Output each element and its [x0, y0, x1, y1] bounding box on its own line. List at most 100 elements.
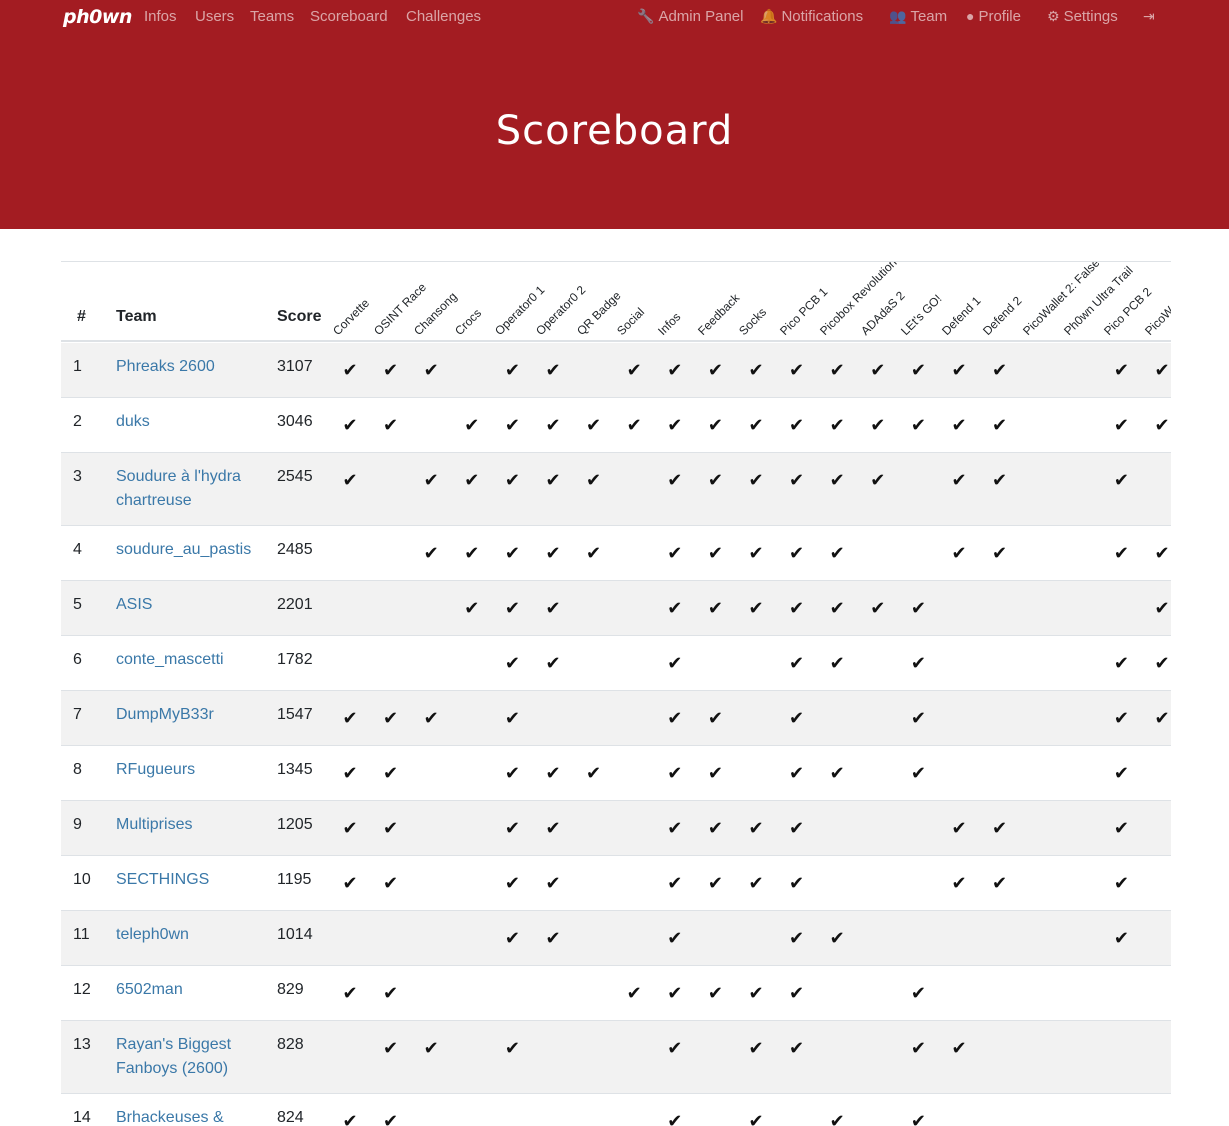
solved-check-icon: ✔	[748, 818, 764, 838]
nav-link-scoreboard[interactable]: Scoreboard	[310, 8, 388, 25]
challenge-header[interactable]: Picobox Revolution	[817, 262, 900, 338]
nav-item-settings[interactable]: ⚙ Settings	[1047, 8, 1118, 25]
nav-link-challenges[interactable]: Challenges	[406, 8, 481, 25]
score-cell: 3046	[277, 413, 313, 430]
solved-check-icon: ✔	[504, 873, 520, 893]
solved-check-icon: ✔	[423, 543, 439, 563]
solved-check-icon: ✔	[829, 470, 845, 490]
solved-check-icon: ✔	[626, 360, 642, 380]
solved-check-icon: ✔	[383, 708, 399, 728]
solved-check-icon: ✔	[992, 818, 1008, 838]
nav-item-team[interactable]: 👥 Team	[889, 8, 947, 25]
solved-check-icon: ✔	[707, 763, 723, 783]
solved-check-icon: ✔	[667, 983, 683, 1003]
solved-check-icon: ✔	[504, 763, 520, 783]
nav-item-admin-panel[interactable]: 🔧 Admin Panel	[637, 8, 744, 25]
solved-check-icon: ✔	[829, 415, 845, 435]
table-row: 1 Phreaks 2600 3107 ✔ ✔ ✔ ✔ ✔ ✔ ✔ ✔ ✔ ✔ ✔ ✔ ✔ ✔ ✔ ✔ ✔	[61, 343, 1171, 398]
challenge-header[interactable]: PicoWallet 2: False ...	[1020, 262, 1112, 338]
nav-link-teams[interactable]: Teams	[250, 8, 294, 25]
solved-check-icon: ✔	[789, 873, 805, 893]
team-link[interactable]: DumpMyB33r	[116, 703, 266, 727]
solved-check-icon: ✔	[667, 708, 683, 728]
challenge-header[interactable]: Pico PCB 1	[777, 285, 830, 338]
solved-check-icon: ✔	[504, 928, 520, 948]
team-link[interactable]: Phreaks 2600	[116, 355, 266, 379]
solved-check-icon: ✔	[748, 598, 764, 618]
challenge-header[interactable]: PicoW	[1142, 304, 1171, 338]
challenge-header[interactable]: Socks	[736, 305, 769, 338]
team-link[interactable]: soudure_au_pastis	[116, 538, 266, 562]
rank-cell: 2	[73, 413, 82, 430]
solved-check-icon: ✔	[789, 818, 805, 838]
challenge-header[interactable]: Infos	[655, 310, 683, 338]
challenge-header[interactable]: Defend 2	[980, 294, 1024, 338]
team-link[interactable]: conte_mascetti	[116, 648, 266, 672]
team-link[interactable]: 6502man	[116, 978, 266, 1002]
challenge-header[interactable]: Ph0wn Ultra Trail	[1061, 263, 1136, 338]
rank-cell: 10	[73, 871, 91, 888]
challenge-header[interactable]: Corvette	[330, 296, 372, 338]
solved-check-icon: ✔	[870, 470, 886, 490]
team-link[interactable]: RFugueurs	[116, 758, 266, 782]
solved-check-icon: ✔	[789, 708, 805, 728]
solved-check-icon: ✔	[342, 818, 358, 838]
solved-check-icon: ✔	[504, 543, 520, 563]
score-cell: 829	[277, 981, 304, 998]
nav-item-notifications[interactable]: 🔔 Notifications	[760, 8, 863, 25]
challenge-header[interactable]: LEt's GO!	[898, 292, 944, 338]
team-link[interactable]: SECTHINGS	[116, 868, 266, 892]
nav-item-label: Team	[910, 8, 948, 25]
team-link[interactable]: Rayan's Biggest Fanboys (2600)	[116, 1033, 266, 1081]
team-link[interactable]: ASIS	[116, 593, 266, 617]
challenge-header[interactable]: Chansong	[411, 289, 460, 338]
score-cell: 824	[277, 1109, 304, 1126]
solved-check-icon: ✔	[342, 470, 358, 490]
nav-item-label: Admin Panel	[658, 8, 744, 25]
rank-cell: 14	[73, 1109, 91, 1126]
challenge-header[interactable]: Operator0 1	[492, 283, 547, 338]
challenge-header[interactable]: Pico PCB 2	[1101, 285, 1154, 338]
score-cell: 3107	[277, 358, 313, 375]
nav-item-profile[interactable]: ● Profile	[966, 8, 1021, 25]
team-link[interactable]: Soudure à l'hydra chartreuse	[116, 465, 266, 513]
nav-item-logout[interactable]: ⇥	[1143, 8, 1159, 25]
challenge-header[interactable]: OSINT Race	[371, 280, 429, 338]
challenge-header[interactable]: QR Badge	[574, 288, 624, 338]
solved-check-icon: ✔	[1113, 763, 1129, 783]
solved-check-icon: ✔	[383, 1038, 399, 1058]
solved-check-icon: ✔	[1113, 415, 1129, 435]
score-cell: 1782	[277, 651, 313, 668]
challenge-header[interactable]: Crocs	[452, 306, 484, 338]
nav-link-users[interactable]: Users	[195, 8, 234, 25]
wrench-icon: 🔧	[637, 8, 655, 24]
solved-check-icon: ✔	[667, 763, 683, 783]
team-link[interactable]: duks	[116, 410, 266, 434]
solved-check-icon: ✔	[748, 1111, 764, 1126]
solved-check-icon: ✔	[383, 818, 399, 838]
nav-link-infos[interactable]: Infos	[144, 8, 177, 25]
challenge-header[interactable]: ADAdaS 2	[858, 288, 908, 338]
solved-check-icon: ✔	[504, 818, 520, 838]
challenge-header[interactable]: Social	[614, 305, 647, 338]
solved-check-icon: ✔	[383, 983, 399, 1003]
team-link[interactable]: Brhackeuses &	[116, 1106, 266, 1126]
solved-check-icon: ✔	[423, 1038, 439, 1058]
user-circle-icon: ●	[966, 8, 975, 24]
solved-check-icon: ✔	[748, 470, 764, 490]
solved-check-icon: ✔	[748, 873, 764, 893]
brand-logo[interactable]: ph0wn	[63, 6, 132, 28]
challenge-header-label: Defend 1	[939, 293, 984, 338]
challenge-header[interactable]: Operator0 2	[533, 283, 588, 338]
solved-check-icon: ✔	[383, 360, 399, 380]
solved-check-icon: ✔	[789, 763, 805, 783]
team-link[interactable]: Multiprises	[116, 813, 266, 837]
challenge-header[interactable]: Feedback	[695, 291, 742, 338]
table-row: 6 conte_mascetti 1782 ✔ ✔ ✔ ✔ ✔ ✔ ✔ ✔	[61, 636, 1171, 691]
challenge-header[interactable]: Defend 1	[939, 294, 983, 338]
rank-cell: 9	[73, 816, 82, 833]
solved-check-icon: ✔	[910, 653, 926, 673]
score-cell: 1345	[277, 761, 313, 778]
team-link[interactable]: teleph0wn	[116, 923, 266, 947]
challenge-header-label: Corvette	[330, 296, 373, 338]
